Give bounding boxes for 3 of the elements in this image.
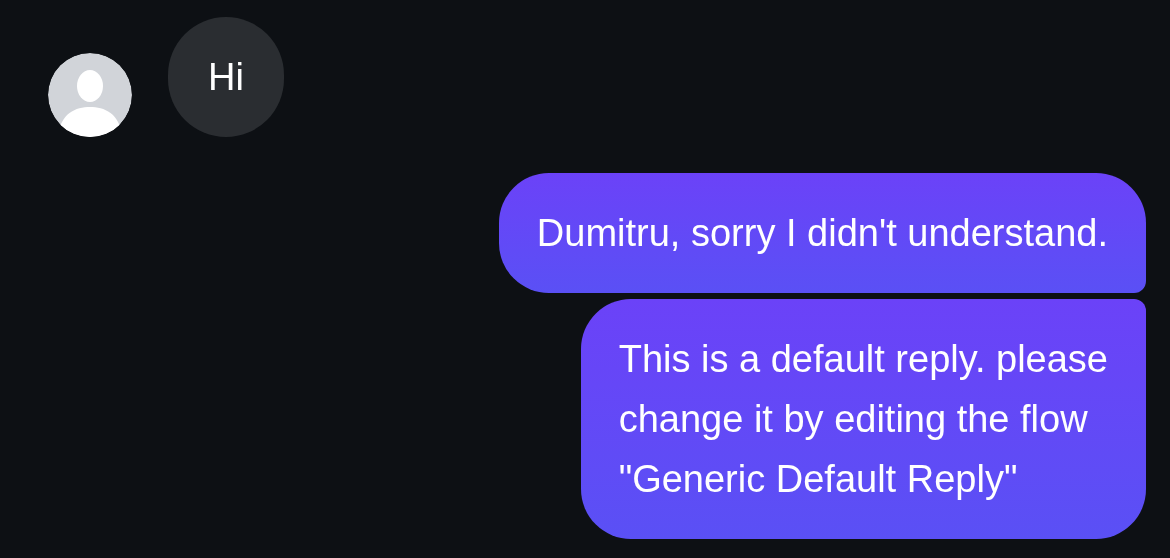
message-bubble: Hi	[168, 17, 284, 137]
message-bubble: This is a default reply. please change it by editing the flow "Generic Default Reply"	[580, 299, 1146, 539]
message-bubble: Dumitru, sorry I didn't understand.	[498, 173, 1146, 293]
